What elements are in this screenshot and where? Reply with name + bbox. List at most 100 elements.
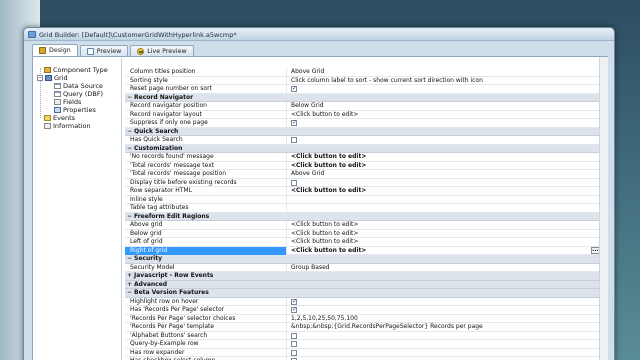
section-beta-version-features[interactable]: − Beta Version Features	[125, 289, 600, 298]
property-row-has-records-per-page-selector[interactable]: Has 'Records Per Page' selector	[125, 306, 600, 315]
title-bar[interactable]: Grid Builder: [Default]\CustomerGridWith…	[24, 28, 614, 41]
collapse-icon[interactable]: −	[127, 289, 132, 297]
property-row-highlight-row-on-hover[interactable]: Highlight row on hover	[125, 297, 600, 306]
section-security[interactable]: − Security	[125, 255, 600, 264]
property-value[interactable]: Above Grid	[288, 68, 600, 76]
property-value[interactable]: Group Based	[288, 264, 600, 272]
checkbox[interactable]	[291, 349, 297, 356]
checkbox[interactable]	[291, 298, 297, 306]
checkbox[interactable]	[291, 341, 297, 347]
property-value[interactable]: 1,2,5,10,25,50,75,100	[288, 315, 600, 323]
property-row-record-navigator-position[interactable]: Record navigator position Below Grid	[125, 102, 600, 111]
property-row-query-by-example-row[interactable]: Query-by-Example row	[125, 340, 600, 349]
window-title: Grid Builder: [Default]\CustomerGridWith…	[39, 31, 237, 39]
property-row-security-model[interactable]: Security Model Group Based	[125, 263, 600, 272]
property-value[interactable]: Above Grid	[288, 170, 600, 178]
property-row-alphabet-buttons-search[interactable]: 'Alphabet Buttons' search	[125, 331, 600, 340]
property-value[interactable]: Click column label to sort - show curren…	[288, 77, 600, 85]
property-grid: Column titles position Above Grid Sorting …	[125, 57, 600, 360]
property-value[interactable]	[288, 204, 600, 212]
tree-item-grid[interactable]: − Grid	[37, 74, 68, 82]
property-value[interactable]: &nbsp;&nbsp;{Grid.RecordsPerPageSelector…	[288, 323, 600, 331]
property-name: − Freeform Edit Regions	[125, 213, 425, 221]
property-value[interactable]	[288, 196, 600, 204]
tab-live-preview[interactable]: Live Preview	[130, 45, 194, 56]
collapse-toggle-icon[interactable]: −	[37, 75, 43, 81]
checkbox[interactable]	[291, 85, 297, 93]
property-name: Has row expander	[125, 348, 287, 357]
tree-item-properties[interactable]: Properties	[54, 106, 96, 114]
section-customization[interactable]: − Customization	[125, 144, 600, 153]
section-javascript-row-events[interactable]: + Javascript - Row Events	[125, 272, 600, 281]
property-row-sorting-style[interactable]: Sorting style Click column label to sort …	[125, 76, 600, 85]
section-label: Advanced	[134, 280, 168, 288]
property-row-suppress-if-only-one-page[interactable]: Suppress if only one page	[125, 119, 600, 128]
property-row-row-separator-html[interactable]: Row separator HTML <Click button to edit>	[125, 187, 600, 196]
property-name: + Javascript - Row Events	[125, 272, 425, 280]
property-row-display-title-before-existing-records[interactable]: Display title before existing records	[125, 178, 600, 187]
property-value[interactable]: <Click button to edit>	[288, 111, 600, 119]
property-row-total-records-message-text[interactable]: 'Total records' message text <Click butto…	[125, 161, 600, 170]
property-row-total-records-message-position[interactable]: 'Total records' message position Above Gr…	[125, 170, 600, 179]
expand-icon[interactable]: +	[127, 272, 132, 280]
property-row-table-tag-attributes[interactable]: Table tag attributes	[125, 204, 600, 213]
property-value[interactable]: <Click button to edit>...	[288, 246, 600, 255]
checkbox[interactable]	[291, 332, 297, 339]
property-name: 'Records Per Page' template	[125, 323, 287, 331]
property-name: Below grid	[125, 229, 287, 238]
property-value[interactable]: <Click button to edit>	[288, 230, 600, 238]
checkbox[interactable]	[291, 306, 297, 314]
collapse-icon[interactable]: −	[127, 128, 132, 136]
properties-icon	[54, 107, 61, 113]
tree-item-information[interactable]: Information	[44, 122, 91, 130]
collapse-icon[interactable]: −	[127, 94, 132, 102]
property-value[interactable]: <Click button to edit>	[288, 187, 600, 195]
property-row-records-per-page-selector-choices[interactable]: 'Records Per Page' selector choices 1,2,5…	[125, 314, 600, 323]
property-row-inline-style[interactable]: Inline style	[125, 195, 600, 204]
tree-item-fields[interactable]: Fields	[54, 98, 81, 106]
property-value[interactable]: <Click button to edit>	[288, 221, 600, 229]
property-value[interactable]: <Click button to edit>	[288, 153, 600, 161]
collapse-icon[interactable]: −	[127, 255, 132, 263]
property-row-has-quick-search[interactable]: Has Quick Search	[125, 136, 600, 145]
tree-item-query[interactable]: Query (DBF)	[54, 90, 103, 98]
tree-item-events[interactable]: Events	[44, 114, 75, 122]
tab-design[interactable]: Design	[32, 44, 78, 56]
tree-item-label: Events	[53, 114, 76, 122]
section-quick-search[interactable]: − Quick Search	[125, 127, 600, 136]
tab-preview[interactable]: Preview	[79, 45, 129, 56]
property-value[interactable]: Below Grid	[288, 102, 600, 110]
tree-item-label: Query (DBF)	[63, 90, 104, 98]
value-text: Above Grid	[291, 68, 325, 75]
property-row-column-titles-position[interactable]: Column titles position Above Grid	[125, 68, 600, 77]
collapse-icon[interactable]: −	[127, 213, 132, 221]
property-row-records-per-page-template[interactable]: 'Records Per Page' template &nbsp;&nbsp;{…	[125, 323, 600, 332]
checkbox[interactable]	[291, 179, 297, 186]
section-advanced[interactable]: + Advanced	[125, 280, 600, 289]
tree-item-data-source[interactable]: Data Source	[54, 82, 103, 90]
section-freeform-edit-regions[interactable]: − Freeform Edit Regions	[125, 212, 600, 221]
property-name: + Advanced	[125, 281, 425, 289]
property-row-reset-page-number-on-sort[interactable]: Reset page number on sort	[125, 85, 600, 94]
checkbox[interactable]	[291, 119, 297, 127]
section-record-navigator[interactable]: − Record Navigator	[125, 93, 600, 102]
property-row-record-navigator-layout[interactable]: Record navigator layout <Click button to …	[125, 110, 600, 119]
tree-item-component-type[interactable]: Component Type	[44, 66, 108, 74]
property-value[interactable]: <Click button to edit>	[288, 238, 600, 246]
property-name: − Quick Search	[125, 128, 425, 136]
property-row-below-grid[interactable]: Below grid <Click button to edit>	[125, 229, 600, 238]
property-row-no-records-found-message[interactable]: 'No records found' message <Click button …	[125, 153, 600, 162]
property-row-right-of-grid[interactable]: Right of grid <Click button to edit>...	[125, 246, 600, 255]
collapse-icon[interactable]: −	[127, 145, 132, 153]
property-name: 'Total records' message text	[125, 161, 287, 170]
property-row-above-grid[interactable]: Above grid <Click button to edit>	[125, 221, 600, 230]
property-row-left-of-grid[interactable]: Left of grid <Click button to edit>	[125, 238, 600, 247]
value-text: Below Grid	[291, 102, 324, 109]
property-value[interactable]: <Click button to edit>	[288, 162, 600, 170]
value-text: <Click button to edit>	[291, 187, 367, 194]
expand-icon[interactable]: +	[127, 281, 132, 289]
property-name: 'Total records' message position	[125, 170, 287, 178]
checkbox[interactable]	[291, 137, 297, 143]
vertical-scrollbar[interactable]	[599, 57, 608, 360]
property-row-has-row-expander[interactable]: Has row expander	[125, 348, 600, 357]
